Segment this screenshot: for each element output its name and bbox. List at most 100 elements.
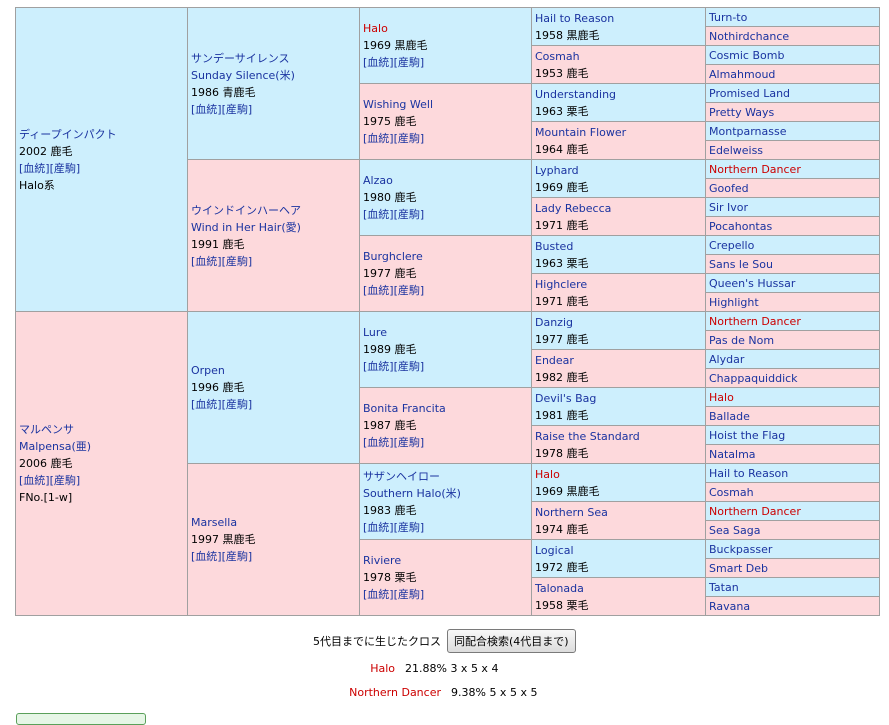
horse-name-link[interactable]: Northern Dancer <box>709 315 801 328</box>
horse-name-link[interactable]: Northern Dancer <box>709 163 801 176</box>
pedigree-links[interactable]: [血統][産駒] <box>363 56 424 69</box>
pedigree-links[interactable]: [血統][産駒] <box>363 436 424 449</box>
cross-horse-name[interactable]: Halo <box>285 662 395 675</box>
gen4-horse-cell: Devil's Bag 1981 鹿毛 <box>531 387 706 426</box>
horse-name-link[interactable]: Raise the Standard <box>535 430 640 443</box>
horse-name-link[interactable]: Marsella <box>191 516 237 529</box>
horse-name-en-link[interactable]: Southern Halo(米) <box>363 487 461 500</box>
horse-name-link[interactable]: Smart Deb <box>709 562 768 575</box>
horse-name-link[interactable]: Pretty Ways <box>709 106 774 119</box>
same-breeding-search-button[interactable]: 同配合検索(4代目まで) <box>447 629 576 653</box>
pedigree-links[interactable]: [血統][産駒] <box>363 360 424 373</box>
horse-name-en-link[interactable]: Wind in Her Hair(愛) <box>191 221 301 234</box>
horse-name-link[interactable]: Almahmoud <box>709 68 775 81</box>
horse-name-link[interactable]: Bonita Francita <box>363 402 446 415</box>
horse-name-link[interactable]: Mountain Flower <box>535 126 626 139</box>
horse-name-link[interactable]: Montparnasse <box>709 125 787 138</box>
horse-name-link[interactable]: Danzig <box>535 316 573 329</box>
horse-name-link[interactable]: Edelweiss <box>709 144 763 157</box>
horse-name-en-link[interactable]: Malpensa(亜) <box>19 440 91 453</box>
horse-name-link[interactable]: Cosmah <box>709 486 754 499</box>
horse-name-link[interactable]: Highlight <box>709 296 759 309</box>
horse-name-link[interactable]: Halo <box>535 468 560 481</box>
horse-name-link[interactable]: Alzao <box>363 174 393 187</box>
horse-name-link[interactable]: Ballade <box>709 410 750 423</box>
horse-name-link[interactable]: Lady Rebecca <box>535 202 611 215</box>
horse-year-color: 1989 鹿毛 <box>363 343 417 356</box>
pedigree-links[interactable]: [血統][産駒] <box>363 132 424 145</box>
cross-row-halo: Halo 21.88% 3 x 5 x 4 <box>285 662 498 675</box>
horse-name-link[interactable]: Hoist the Flag <box>709 429 785 442</box>
pedigree-links[interactable]: [血統][産駒] <box>191 255 252 268</box>
horse-name-link[interactable]: Tatan <box>709 581 739 594</box>
horse-name-link[interactable]: サンデーサイレンス <box>191 52 290 65</box>
horse-name-link[interactable]: Cosmah <box>535 50 580 63</box>
horse-name-link[interactable]: Endear <box>535 354 574 367</box>
horse-name-link[interactable]: Halo <box>709 391 734 404</box>
pedigree-links[interactable]: [血統][産駒] <box>19 162 80 175</box>
horse-name-link[interactable]: Understanding <box>535 88 616 101</box>
horse-name-link[interactable]: Wishing Well <box>363 98 433 111</box>
gen5-horse-cell: Cosmic Bomb <box>705 45 880 65</box>
horse-name-link[interactable]: Northern Dancer <box>709 505 801 518</box>
horse-name-link[interactable]: Devil's Bag <box>535 392 596 405</box>
pedigree-links[interactable]: [血統][産駒] <box>19 474 80 487</box>
horse-name-link[interactable]: Promised Land <box>709 87 790 100</box>
gen5-horse-cell: Sir Ivor <box>705 197 880 217</box>
pedigree-links[interactable]: [血統][産駒] <box>363 284 424 297</box>
horse-year-color: 1963 栗毛 <box>535 256 589 270</box>
pedigree-links[interactable]: [血統][産駒] <box>363 521 424 534</box>
horse-name-link[interactable]: Burghclere <box>363 250 423 263</box>
horse-name-link[interactable]: Buckpasser <box>709 543 772 556</box>
horse-name-link[interactable]: ディープインパクト <box>19 128 117 141</box>
horse-name-link[interactable]: Sea Saga <box>709 524 760 537</box>
horse-name-link[interactable]: サザンヘイロー <box>363 470 440 483</box>
horse-name-link[interactable]: Sir Ivor <box>709 201 748 214</box>
horse-year-color: 1981 鹿毛 <box>535 408 589 422</box>
horse-extra-info: Halo系 <box>19 178 55 192</box>
horse-name-link[interactable]: Highclere <box>535 278 587 291</box>
horse-name-link[interactable]: Queen's Hussar <box>709 277 795 290</box>
horse-year-color: 1997 黒鹿毛 <box>191 533 256 546</box>
horse-name-link[interactable]: Pocahontas <box>709 220 772 233</box>
bottom-button[interactable] <box>16 713 146 725</box>
horse-name-link[interactable]: Talonada <box>535 582 584 595</box>
horse-name-link[interactable]: Logical <box>535 544 574 557</box>
horse-name-link[interactable]: Hail to Reason <box>535 12 614 25</box>
gen5-horse-cell: Hail to Reason <box>705 463 880 483</box>
horse-name-link[interactable]: Northern Sea <box>535 506 608 519</box>
horse-name-link[interactable]: Halo <box>363 22 388 35</box>
horse-name-link[interactable]: Lure <box>363 326 387 339</box>
horse-name-link[interactable]: Busted <box>535 240 573 253</box>
horse-name-link[interactable]: ウインドインハーヘア <box>191 204 301 217</box>
horse-name-link[interactable]: Nothirdchance <box>709 30 789 43</box>
horse-name-link[interactable]: Alydar <box>709 353 744 366</box>
horse-name-link[interactable]: Pas de Nom <box>709 334 774 347</box>
horse-name-link[interactable]: Ravana <box>709 600 750 613</box>
horse-name-link[interactable]: Sans le Sou <box>709 258 773 271</box>
gen4-horse-cell: Mountain Flower 1964 鹿毛 <box>531 121 706 160</box>
gen4-horse-cell: Highclere 1971 鹿毛 <box>531 273 706 312</box>
gen4-horse-cell: Danzig 1977 鹿毛 <box>531 311 706 350</box>
horse-name-link[interactable]: Lyphard <box>535 164 579 177</box>
horse-year-color: 1958 黒鹿毛 <box>535 28 600 42</box>
pedigree-links[interactable]: [血統][産駒] <box>191 398 252 411</box>
horse-name-link[interactable]: Cosmic Bomb <box>709 49 784 62</box>
pedigree-links[interactable]: [血統][産駒] <box>191 103 252 116</box>
horse-name-link[interactable]: Crepello <box>709 239 754 252</box>
horse-year-color: 1974 鹿毛 <box>535 522 589 536</box>
horse-name-link[interactable]: Chappaquiddick <box>709 372 798 385</box>
horse-name-link[interactable]: マルペンサ <box>19 423 74 436</box>
horse-name-link[interactable]: Hail to Reason <box>709 467 788 480</box>
cross-horse-name[interactable]: Northern Dancer <box>331 686 441 699</box>
horse-name-link[interactable]: Orpen <box>191 364 225 377</box>
horse-name-link[interactable]: Riviere <box>363 554 401 567</box>
pedigree-links[interactable]: [血統][産駒] <box>363 588 424 601</box>
horse-name-link[interactable]: Turn-to <box>709 11 747 24</box>
gen5-horse-cell: Sans le Sou <box>705 254 880 274</box>
horse-name-link[interactable]: Goofed <box>709 182 749 195</box>
pedigree-links[interactable]: [血統][産駒] <box>363 208 424 221</box>
pedigree-links[interactable]: [血統][産駒] <box>191 550 252 563</box>
horse-name-en-link[interactable]: Sunday Silence(米) <box>191 69 295 82</box>
horse-name-link[interactable]: Natalma <box>709 448 756 461</box>
